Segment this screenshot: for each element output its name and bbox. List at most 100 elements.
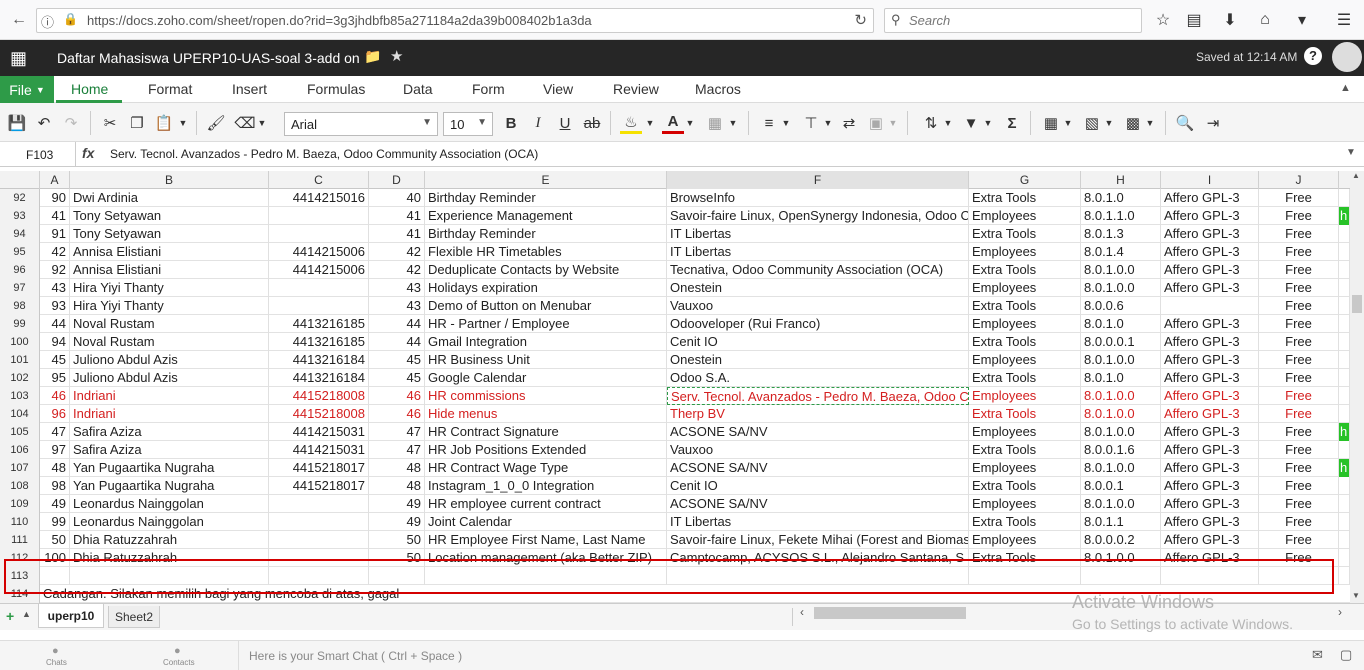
cell-j[interactable]: Free xyxy=(1259,513,1339,531)
cell-e[interactable]: HR Contract Wage Type xyxy=(425,459,667,477)
row-header[interactable]: 100 xyxy=(0,333,40,351)
cell-b[interactable]: Annisa Elistiani xyxy=(70,243,269,261)
row-header[interactable]: 106 xyxy=(0,441,40,459)
cell-j[interactable]: Free xyxy=(1259,387,1339,405)
fill-color-icon[interactable]: ♨ xyxy=(620,112,642,134)
cell-f[interactable]: IT Libertas xyxy=(667,243,969,261)
cell-k[interactable] xyxy=(1339,387,1350,405)
cell-h[interactable]: 8.0.1.0.0 xyxy=(1081,387,1161,405)
paste-icon[interactable]: 📋 xyxy=(153,112,175,134)
cut-icon[interactable]: ✂ xyxy=(99,112,121,134)
cell-b[interactable]: Noval Rustam xyxy=(70,315,269,333)
cell-b[interactable]: Safira Aziza xyxy=(70,423,269,441)
row-header[interactable]: 101 xyxy=(0,351,40,369)
insert-cells-icon[interactable]: ▦ xyxy=(1040,112,1062,134)
tab-insert[interactable]: Insert xyxy=(232,81,267,97)
cell-h[interactable]: 8.0.1.0.0 xyxy=(1081,279,1161,297)
sort-dropdown-icon[interactable]: ▼ xyxy=(942,112,954,134)
cell-b[interactable]: Tony Setyawan xyxy=(70,225,269,243)
copy-icon[interactable]: ❐ xyxy=(126,112,148,134)
cell-k[interactable] xyxy=(1339,261,1350,279)
cell-f[interactable]: Vauxoo xyxy=(667,297,969,315)
align-left-icon[interactable]: ≡ xyxy=(758,112,780,134)
cell-c[interactable]: 4413216184 xyxy=(269,369,369,387)
cell-a[interactable]: 95 xyxy=(40,369,70,387)
cell-a[interactable]: 96 xyxy=(40,405,70,423)
cell-e[interactable]: Google Calendar xyxy=(425,369,667,387)
cell-e[interactable]: Birthday Reminder xyxy=(425,189,667,207)
contacts-icon[interactable]: ● xyxy=(174,645,181,657)
folder-icon[interactable]: 📁 xyxy=(364,48,381,65)
cell-a[interactable]: 92 xyxy=(40,261,70,279)
cell-c[interactable] xyxy=(269,513,369,531)
cell-e[interactable]: HR - Partner / Employee xyxy=(425,315,667,333)
sheet-tab-uperp10[interactable]: uperp10 xyxy=(38,604,104,628)
cell-i[interactable]: Affero GPL-3 xyxy=(1161,405,1259,423)
cell-j[interactable]: Free xyxy=(1259,207,1339,225)
cell-a[interactable]: 93 xyxy=(40,297,70,315)
cell-e[interactable]: Demo of Button on Menubar xyxy=(425,297,667,315)
cell-b[interactable]: Leonardus Nainggolan xyxy=(70,513,269,531)
download-icon[interactable]: ⬇ xyxy=(1220,10,1240,30)
cell-f[interactable]: IT Libertas xyxy=(667,513,969,531)
cell-e[interactable]: Birthday Reminder xyxy=(425,225,667,243)
cell-g[interactable]: Employees xyxy=(969,459,1081,477)
cell-i[interactable]: Affero GPL-3 xyxy=(1161,495,1259,513)
tab-form[interactable]: Form xyxy=(472,81,505,97)
row-header[interactable]: 94 xyxy=(0,225,40,243)
cell-k[interactable] xyxy=(1339,369,1350,387)
cell-d[interactable]: 48 xyxy=(369,459,425,477)
document-title[interactable]: Daftar Mahasiswa UPERP10-UAS-soal 3-add … xyxy=(57,50,360,66)
cell-a[interactable]: 41 xyxy=(40,207,70,225)
hamburger-menu-icon[interactable]: ☰ xyxy=(1334,10,1354,30)
row-header[interactable]: 99 xyxy=(0,315,40,333)
cell-j[interactable]: Free xyxy=(1259,279,1339,297)
cell-h[interactable]: 8.0.0.0.2 xyxy=(1081,531,1161,549)
cell-i[interactable]: Affero GPL-3 xyxy=(1161,333,1259,351)
tab-formulas[interactable]: Formulas xyxy=(307,81,365,97)
scroll-left-icon[interactable]: ‹ xyxy=(800,605,804,619)
font-size-select[interactable]: 10 ▼ xyxy=(443,112,493,136)
cell-a[interactable]: 46 xyxy=(40,387,70,405)
cell-d[interactable]: 42 xyxy=(369,261,425,279)
row-header[interactable]: 108 xyxy=(0,477,40,495)
cell-j[interactable]: Free xyxy=(1259,531,1339,549)
cell-i[interactable]: Affero GPL-3 xyxy=(1161,441,1259,459)
cell-h[interactable]: 8.0.1.3 xyxy=(1081,225,1161,243)
cell-d[interactable]: 45 xyxy=(369,369,425,387)
vertical-scroll-thumb[interactable] xyxy=(1352,295,1362,313)
cell-k[interactable] xyxy=(1339,567,1350,585)
table-format-icon[interactable]: ▩ xyxy=(1122,112,1144,134)
cell-d[interactable]: 49 xyxy=(369,513,425,531)
cell-a[interactable]: 50 xyxy=(40,531,70,549)
save-icon[interactable]: 💾 xyxy=(6,112,28,134)
cell-k[interactable] xyxy=(1339,225,1350,243)
cell-j[interactable]: Free xyxy=(1259,243,1339,261)
cell-e[interactable]: HR Contract Signature xyxy=(425,423,667,441)
cell-c[interactable]: 4414215031 xyxy=(269,441,369,459)
cell-f[interactable]: Savoir-faire Linux, Fekete Mihai (Forest… xyxy=(667,531,969,549)
row-header[interactable]: 98 xyxy=(0,297,40,315)
cell-f[interactable]: Savoir-faire Linux, OpenSynergy Indonesi… xyxy=(667,207,969,225)
font-color-icon[interactable]: A xyxy=(662,112,684,134)
favorite-star-icon[interactable]: ★ xyxy=(390,47,403,65)
cell-e[interactable]: Joint Calendar xyxy=(425,513,667,531)
cell-h[interactable]: 8.0.1.0 xyxy=(1081,189,1161,207)
cell-j[interactable]: Free xyxy=(1259,369,1339,387)
cell-c[interactable] xyxy=(269,297,369,315)
cell-c[interactable] xyxy=(269,495,369,513)
cell-j[interactable]: Free xyxy=(1259,261,1339,279)
cell-j[interactable]: Free xyxy=(1259,441,1339,459)
cell-i[interactable]: Affero GPL-3 xyxy=(1161,315,1259,333)
italic-icon[interactable]: I xyxy=(527,112,549,134)
cell-k[interactable]: h xyxy=(1339,207,1350,225)
filter-icon[interactable]: ▼ xyxy=(960,112,982,134)
cell-e[interactable]: Holidays expiration xyxy=(425,279,667,297)
column-header-h[interactable]: H xyxy=(1081,171,1161,189)
format-painter-icon[interactable]: 🖌 xyxy=(205,112,227,134)
cell-g[interactable]: Extra Tools xyxy=(969,261,1081,279)
table-dropdown-icon[interactable]: ▼ xyxy=(1144,112,1156,134)
find-icon[interactable]: 🔍 xyxy=(1174,112,1196,134)
tab-macros[interactable]: Macros xyxy=(695,81,741,97)
cell-i[interactable]: Affero GPL-3 xyxy=(1161,279,1259,297)
